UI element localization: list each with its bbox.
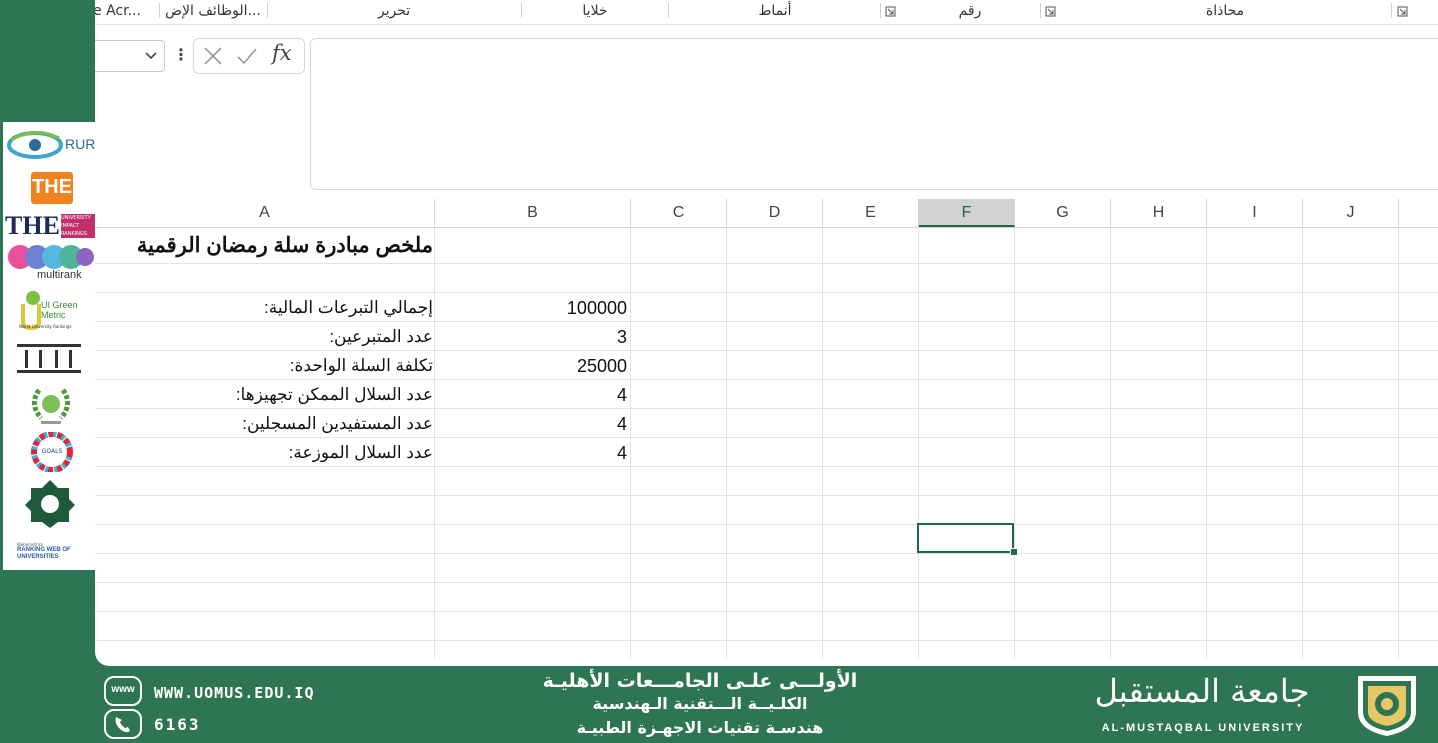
table-row-label[interactable]: عدد المتبرعين: (95, 325, 433, 349)
multirank-logo: multirank (7, 244, 95, 282)
table-row-value[interactable]: 100000 (435, 296, 627, 320)
column-headers: A B C D E F G H I J (95, 199, 1438, 228)
table-row-label[interactable]: عدد السلال الموزعة: (95, 441, 433, 465)
the-impact-sub: UNIVERSITY IMPACT RANKINGS (61, 214, 95, 238)
close-icon[interactable] (202, 45, 224, 67)
ranking-logos-strip: RUR THE THE UNIVERSITY IMPACT RANKINGS m… (3, 122, 95, 570)
the-text: THE (32, 176, 72, 198)
rur-text: RUR (65, 136, 96, 152)
formula-buttons: fx (193, 38, 305, 74)
column-header-c[interactable]: C (631, 199, 727, 227)
webometrics-logo: Webometrics RANKING WEB OF UNIVERSITIES (17, 542, 89, 562)
formula-input[interactable] (310, 38, 1438, 190)
institution-columns-icon (17, 342, 81, 374)
table-row-value[interactable]: 4 (435, 412, 627, 436)
table-row-label[interactable]: عدد السلال الممكن تجهيزها: (95, 383, 433, 407)
ribbon-group-alignment[interactable]: محاذاة (1060, 0, 1390, 24)
table-row-value[interactable]: 4 (435, 441, 627, 465)
ribbon-group-cells[interactable]: خلايا (523, 0, 667, 24)
footer-line-1: الأولـــى علـى الجامـــعات الأهليـة (542, 670, 858, 692)
footer-line-2: الكلـيــة الـــتقنية الـهندسية (592, 694, 808, 713)
ribbon-group-acrobat[interactable]: e Acr... (95, 0, 157, 24)
www-icon-text: www (111, 684, 135, 695)
name-box[interactable] (95, 40, 165, 72)
font-launcher-icon[interactable] (1397, 6, 1408, 17)
active-cell-selection[interactable] (917, 523, 1014, 553)
table-row-label[interactable]: إجمالي التبرعات المالية: (95, 296, 433, 320)
column-header-j[interactable]: J (1303, 199, 1399, 227)
multirank-text: multirank (37, 269, 82, 281)
chevron-down-icon[interactable] (144, 48, 158, 62)
column-header-g[interactable]: G (1015, 199, 1111, 227)
column-header-f[interactable]: F (919, 199, 1015, 227)
column-header-a[interactable]: A (95, 199, 435, 227)
alignment-launcher-icon[interactable] (1045, 6, 1056, 17)
sdg-text: GOALS (41, 448, 63, 455)
column-header-i[interactable]: I (1207, 199, 1303, 227)
table-row-value[interactable]: 3 (435, 325, 627, 349)
ribbon-group-number[interactable]: رقم (900, 0, 1040, 24)
university-name-english: AL-MUSTAQBAL UNIVERSITY (1101, 722, 1305, 734)
the-logo: THE (31, 172, 73, 204)
column-header-d[interactable]: D (727, 199, 823, 227)
greenmetric-text: UI Green Metric (41, 300, 78, 320)
the-impact-rankings-logo: THE UNIVERSITY IMPACT RANKINGS (5, 212, 95, 240)
sdg-goals-logo: GOALS (27, 432, 77, 472)
table-row-label[interactable]: عدد المستفيدين المسجلين: (95, 412, 433, 436)
column-header-b[interactable]: B (435, 199, 631, 227)
the-impact-text: THE (5, 211, 60, 240)
more-options-icon[interactable]: ⋮ (173, 44, 189, 66)
university-name-arabic: جامعة المستقبل (1094, 672, 1310, 710)
table-row-value[interactable]: 4 (435, 383, 627, 407)
fill-handle[interactable] (1010, 548, 1018, 556)
table-row-value[interactable]: 25000 (435, 354, 627, 378)
ribbon-group-addins[interactable]: الوظائف الإض... (161, 0, 265, 24)
ribbon-group-styles[interactable]: أنماط (670, 0, 880, 24)
check-icon[interactable] (236, 45, 258, 67)
table-row-label[interactable]: تكلفة السلة الواحدة: (95, 354, 433, 378)
rur-logo: RUR (7, 128, 95, 164)
ribbon-group-labels: e Acr... الوظائف الإض... تحرير خلايا أنم… (95, 0, 1438, 25)
arab-engineers-logo (23, 478, 77, 530)
insert-function-button[interactable]: fx (272, 41, 292, 65)
greenmetric-logo: UI Green Metric World University Ranking… (19, 290, 91, 332)
footer-line-3: هندسـة تقنيات الاجهـزة الطبيـة (576, 718, 824, 737)
ribbon-group-editing[interactable]: تحرير (269, 0, 519, 24)
column-header-e[interactable]: E (823, 199, 919, 227)
university-seal-icon (1352, 672, 1422, 738)
laurel-emblem-icon (27, 384, 75, 426)
column-header-h[interactable]: H (1111, 199, 1207, 227)
phone-icon (104, 709, 142, 739)
number-launcher-icon[interactable] (885, 6, 896, 17)
sheet-title-cell[interactable]: ملخص مبادرة سلة رمضان الرقمية (95, 232, 433, 260)
globe-icon: www (104, 676, 142, 706)
greenmetric-sub: World University Rankings (19, 324, 72, 329)
phone-text: 6163 (154, 715, 201, 734)
website-text: WWW.UOMUS.EDU.IQ (154, 684, 315, 702)
webometrics-text: RANKING WEB OF UNIVERSITIES (17, 547, 71, 560)
excel-window: e Acr... الوظائف الإض... تحرير خلايا أنم… (95, 0, 1438, 666)
